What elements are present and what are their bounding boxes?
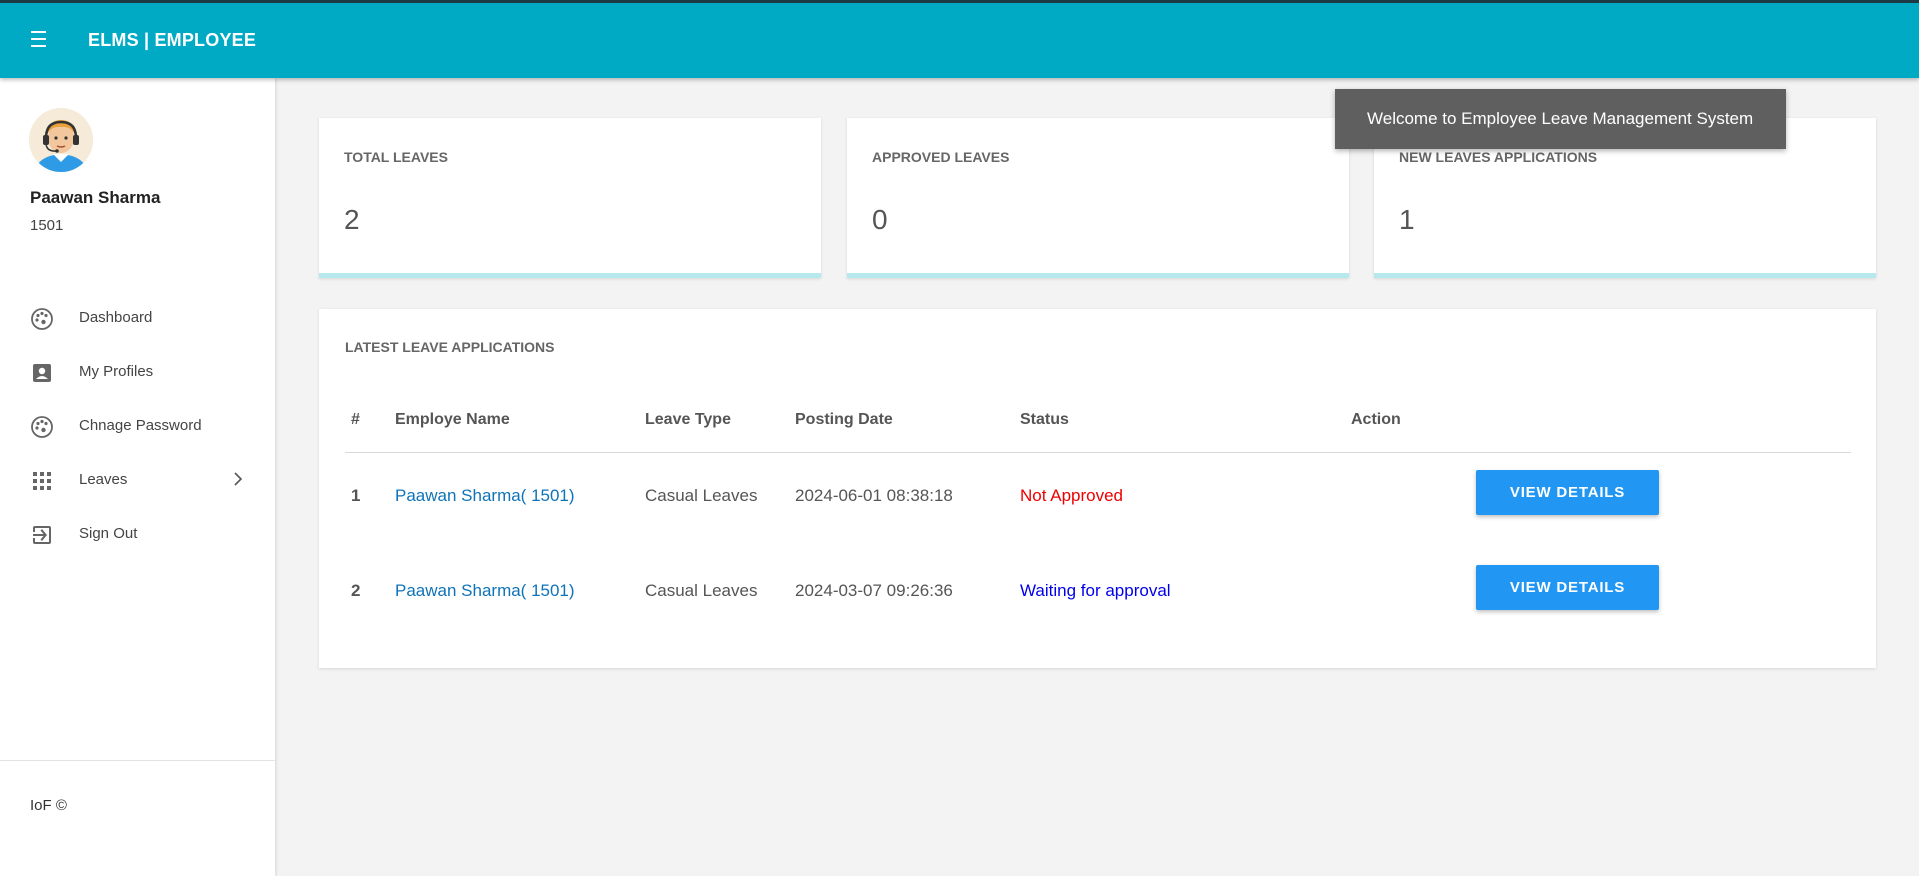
sidebar: Paawan Sharma 1501 Dashboard My Profiles [0, 78, 275, 876]
posting-date: 2024-03-07 09:26:36 [795, 581, 953, 600]
user-id: 1501 [30, 217, 64, 234]
sidebar-item-label: Sign Out [79, 525, 138, 542]
stat-card-value: 2 [344, 204, 360, 235]
stat-card-title: TOTAL LEAVES [344, 149, 448, 165]
stat-card-title: NEW LEAVES APPLICATIONS [1399, 149, 1598, 165]
sidebar-item-label: Leaves [79, 471, 128, 488]
employee-name-link[interactable]: Paawan Sharma( 1501) [395, 486, 575, 506]
apps-grid-icon [33, 472, 51, 490]
user-name: Paawan Sharma [30, 188, 161, 207]
sidebar-footer: IoF © [30, 797, 67, 814]
column-header-number: # [351, 411, 360, 428]
leave-type: Casual Leaves [645, 486, 758, 505]
profile-icon [33, 364, 51, 382]
dashboard-icon [31, 308, 53, 330]
status-text: Waiting for approval [1020, 581, 1171, 600]
stat-card-value: 1 [1399, 204, 1415, 235]
stat-card-accent-bar [319, 273, 821, 278]
section-title: LATEST LEAVE APPLICATIONS [345, 339, 555, 355]
welcome-toast[interactable]: Welcome to Employee Leave Management Sys… [1335, 89, 1786, 149]
app-brand[interactable]: ELMS | EMPLOYEE [88, 30, 256, 51]
stat-card-accent-bar [1374, 273, 1876, 278]
sidebar-item-label: My Profiles [79, 363, 154, 380]
stat-card-value: 0 [872, 204, 888, 235]
table-row: 2 Paawan Sharma( 1501) Casual Leaves 202… [319, 549, 1876, 629]
sidebar-item-my-profiles[interactable]: My Profiles [0, 346, 275, 400]
row-number: 2 [351, 581, 361, 600]
table-header-divider [345, 452, 1851, 453]
status-text: Not Approved [1020, 486, 1124, 505]
view-details-button[interactable]: VIEW DETAILS [1476, 565, 1659, 610]
sidebar-menu: Dashboard My Profiles Chnage Password Le… [0, 292, 275, 562]
avatar [29, 108, 93, 172]
employee-name-link[interactable]: Paawan Sharma( 1501) [395, 581, 575, 601]
sidebar-item-label: Chnage Password [79, 417, 202, 434]
top-navbar: ELMS | EMPLOYEE [0, 3, 1919, 78]
sidebar-item-leaves[interactable]: Leaves [0, 454, 275, 508]
sidebar-divider [0, 760, 275, 761]
column-header-status: Status [1020, 411, 1069, 428]
column-header-employee-name: Employe Name [395, 411, 510, 428]
password-icon [31, 416, 53, 438]
stat-card-approved-leaves: APPROVED LEAVES 0 [847, 118, 1349, 278]
sign-out-icon [33, 526, 51, 544]
hamburger-menu-icon[interactable] [31, 31, 48, 49]
stat-card-title: APPROVED LEAVES [872, 149, 1010, 165]
stat-card-total-leaves: TOTAL LEAVES 2 [319, 118, 821, 278]
leave-type: Casual Leaves [645, 581, 758, 600]
stat-card-accent-bar [847, 273, 1349, 278]
chevron-right-icon [234, 472, 243, 486]
posting-date: 2024-06-01 08:38:18 [795, 486, 953, 505]
column-header-posting-date: Posting Date [795, 411, 893, 428]
column-header-action: Action [1351, 411, 1401, 428]
table-row: 1 Paawan Sharma( 1501) Casual Leaves 202… [319, 454, 1876, 534]
sidebar-item-dashboard[interactable]: Dashboard [0, 292, 275, 346]
sidebar-item-sign-out[interactable]: Sign Out [0, 508, 275, 562]
view-details-button[interactable]: VIEW DETAILS [1476, 470, 1659, 515]
avatar-image [29, 108, 93, 172]
row-number: 1 [351, 486, 361, 505]
sidebar-item-label: Dashboard [79, 309, 153, 326]
toast-message: Welcome to Employee Leave Management Sys… [1367, 109, 1754, 128]
column-header-leave-type: Leave Type [645, 411, 731, 428]
sidebar-item-change-password[interactable]: Chnage Password [0, 400, 275, 454]
latest-leave-applications-card: LATEST LEAVE APPLICATIONS # Employe Name… [319, 309, 1876, 668]
